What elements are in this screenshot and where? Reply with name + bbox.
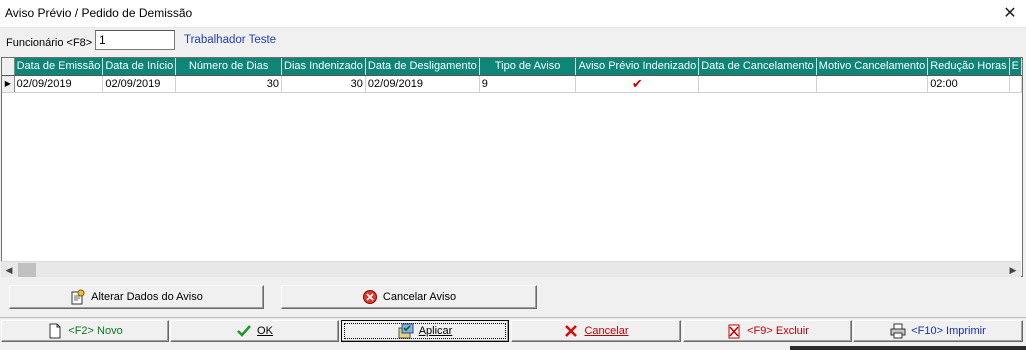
notice-grid[interactable]: Data de Emissão Data de Início Número de…	[1, 57, 1023, 277]
cell-data-cancelamento[interactable]	[698, 75, 817, 93]
alterar-dados-label: Alterar Dados do Aviso	[91, 291, 203, 303]
new-document-icon	[47, 323, 63, 339]
header-numero-dias[interactable]: Número de Dias	[175, 58, 283, 76]
close-icon[interactable]: ✕	[998, 2, 1022, 26]
cancel-notice-icon	[362, 289, 378, 305]
grid-header-row: Data de Emissão Data de Início Número de…	[2, 58, 1022, 76]
ok-button[interactable]: OK	[170, 320, 339, 342]
window-title: Aviso Prévio / Pedido de Demissão	[5, 6, 193, 20]
delete-icon	[726, 323, 742, 339]
horizontal-scrollbar[interactable]: ◀ ▶	[1, 261, 1021, 277]
scroll-right-icon[interactable]: ▶	[1005, 262, 1021, 278]
employee-label: Funcionário <F8>	[6, 37, 93, 49]
aplicar-button[interactable]: Aplicar	[341, 320, 509, 342]
header-data-desligamento[interactable]: Data de Desligamento	[365, 58, 480, 76]
alterar-dados-button[interactable]: Alterar Dados do Aviso	[9, 285, 264, 309]
cell-data-emissao[interactable]: 02/09/2019	[14, 75, 104, 93]
taskbar-edge	[790, 346, 1026, 350]
header-dias-indenizado[interactable]: Dias Indenizado	[281, 58, 366, 76]
employee-row: Funcionário <F8> Trabalhador Teste	[0, 28, 1026, 55]
header-tipo-aviso[interactable]: Tipo de Aviso	[479, 58, 577, 76]
header-overflow-column[interactable]: E	[1009, 58, 1022, 76]
scroll-left-icon[interactable]: ◀	[1, 262, 17, 278]
cell-reducao-horas[interactable]: 02:00	[927, 75, 1010, 93]
novo-label: <F2> Novo	[68, 325, 123, 337]
check-icon[interactable]: ✔	[575, 75, 700, 93]
scroll-thumb[interactable]	[18, 263, 36, 277]
check-icon	[236, 323, 252, 339]
cell-tipo-aviso[interactable]: 9	[479, 75, 577, 93]
header-data-inicio[interactable]: Data de Início	[102, 58, 177, 76]
cancelar-label: Cancelar	[584, 325, 629, 337]
header-aviso-indenizado[interactable]: Aviso Prévio Indenizado	[575, 58, 700, 76]
row-indicator-icon: ▶	[2, 75, 15, 93]
header-indicator	[2, 58, 15, 76]
excluir-label: <F9> Excluir	[747, 325, 809, 337]
novo-button[interactable]: <F2> Novo	[1, 320, 169, 342]
imprimir-button[interactable]: <F10> Imprimir	[853, 320, 1023, 342]
apply-icon	[398, 323, 414, 339]
cell-data-inicio[interactable]: 02/09/2019	[102, 75, 177, 93]
notice-table: Data de Emissão Data de Início Número de…	[2, 58, 1022, 93]
ok-label: OK	[257, 325, 273, 337]
employee-name: Trabalhador Teste	[184, 34, 277, 46]
table-row[interactable]: ▶ 02/09/2019 02/09/2019 30 30 02/09/2019…	[2, 75, 1022, 93]
cell-dias-indenizado[interactable]: 30	[281, 75, 366, 93]
header-data-cancelamento[interactable]: Data de Cancelamento	[698, 58, 817, 76]
excluir-button[interactable]: <F9> Excluir	[683, 320, 852, 342]
title-bar: Aviso Prévio / Pedido de Demissão ✕	[0, 0, 1026, 28]
header-motivo-cancelamento[interactable]: Motivo Cancelamento	[816, 58, 929, 76]
cell-motivo-cancelamento[interactable]	[816, 75, 929, 93]
header-data-emissao[interactable]: Data de Emissão	[14, 58, 104, 76]
cell-data-desligamento[interactable]: 02/09/2019	[365, 75, 480, 93]
employee-input[interactable]	[95, 30, 175, 50]
imprimir-label: <F10> Imprimir	[911, 325, 986, 337]
printer-icon	[890, 323, 906, 339]
cancel-x-icon	[563, 323, 579, 339]
cancelar-aviso-label: Cancelar Aviso	[382, 291, 457, 303]
cell-numero-dias[interactable]: 30	[175, 75, 283, 93]
aplicar-label: Aplicar	[418, 325, 453, 337]
cancelar-aviso-button[interactable]: Cancelar Aviso	[281, 285, 537, 309]
cancelar-button[interactable]: Cancelar	[511, 320, 681, 342]
cell-overflow[interactable]	[1009, 75, 1022, 93]
header-reducao-horas[interactable]: Redução Horas	[927, 58, 1010, 76]
edit-notice-icon	[70, 289, 86, 305]
